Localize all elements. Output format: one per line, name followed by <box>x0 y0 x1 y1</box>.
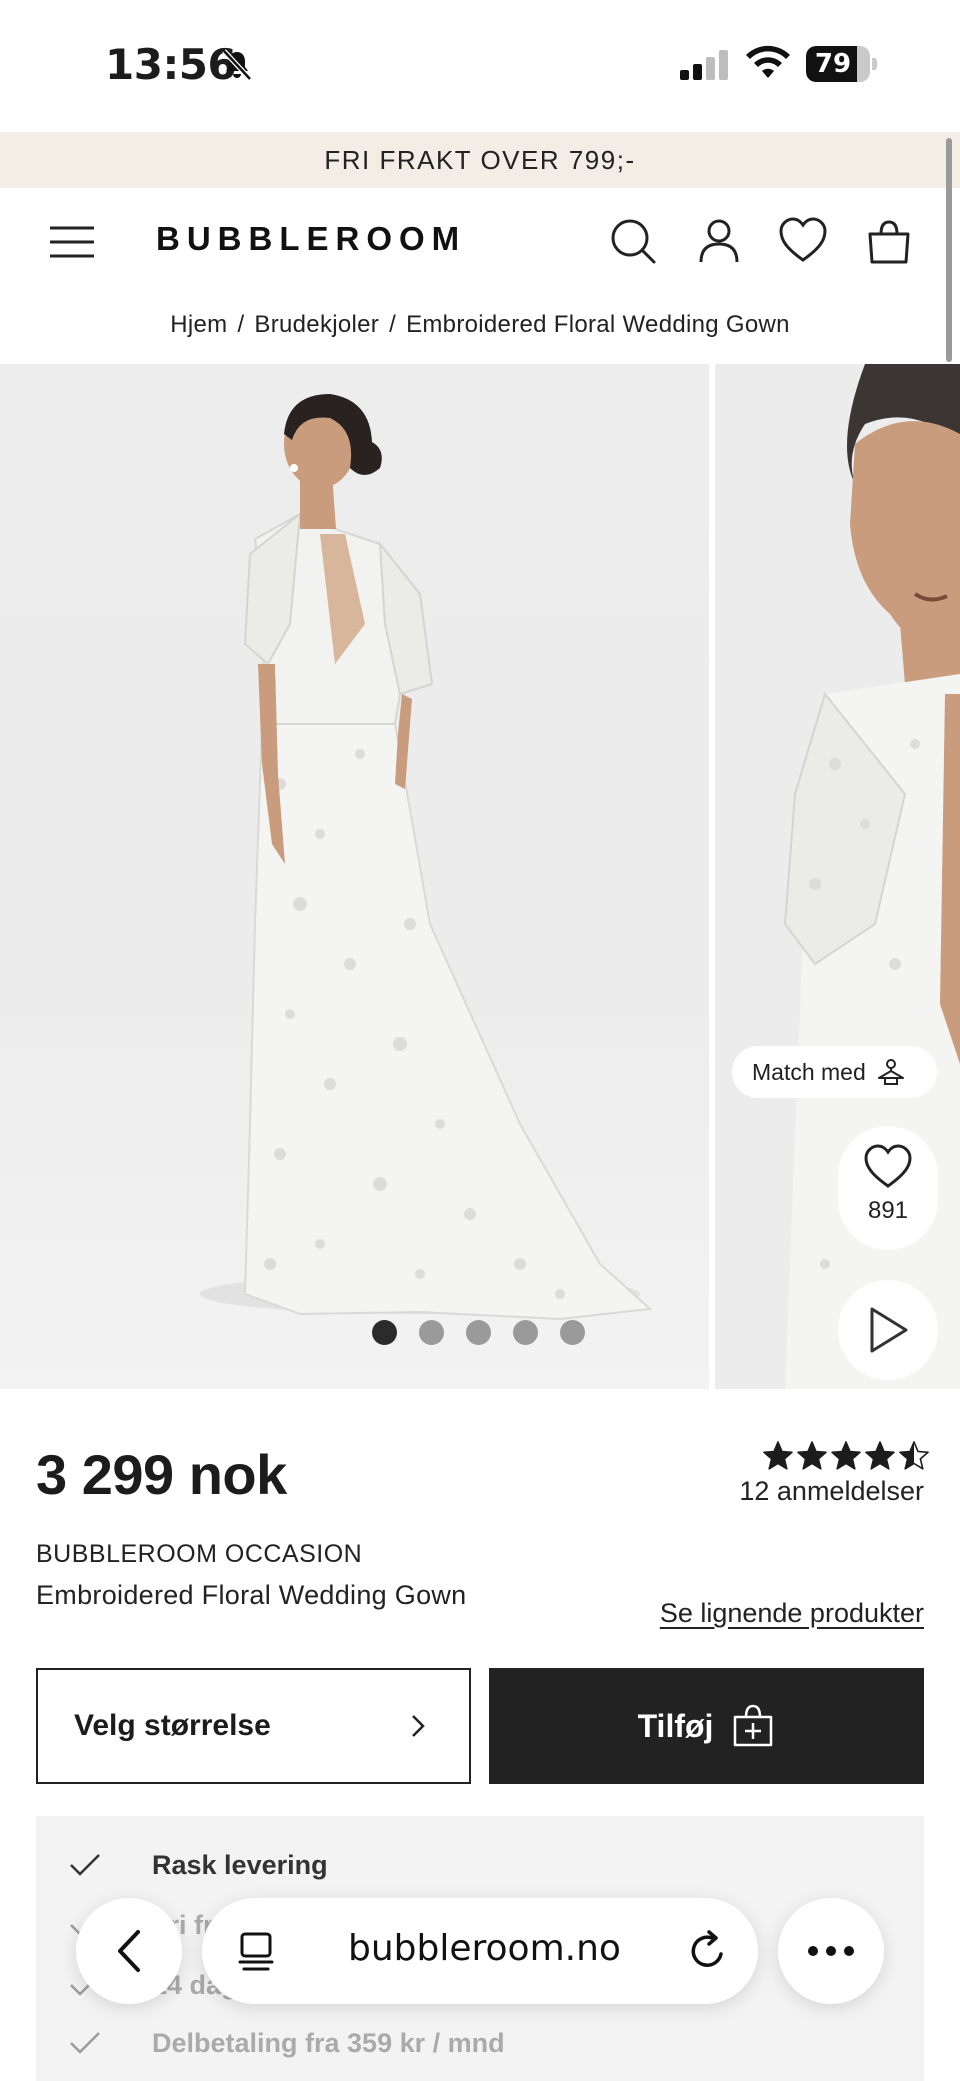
chevron-right-icon <box>412 1715 425 1737</box>
reviews-count-link[interactable]: 12 anmeldelser <box>739 1476 924 1507</box>
gallery-dot[interactable] <box>419 1320 444 1345</box>
chevron-left-icon <box>118 1930 140 1972</box>
shopping-bag-icon[interactable] <box>864 216 914 266</box>
similar-products-link[interactable]: Se lignende produkter <box>660 1598 924 1629</box>
product-name: Embroidered Floral Wedding Gown <box>36 1580 467 1610</box>
battery-percent: 79 <box>814 49 852 79</box>
check-icon <box>70 1854 100 1876</box>
status-bar: 13:56 79 <box>0 0 960 132</box>
search-icon[interactable] <box>608 216 658 266</box>
gallery-dot[interactable] <box>466 1320 491 1345</box>
play-icon <box>870 1307 908 1353</box>
address-bar[interactable]: bubbleroom.no <box>202 1898 758 2004</box>
match-with-label: Match med <box>752 1058 866 1085</box>
browser-more-button[interactable] <box>778 1898 884 2004</box>
browser-toolbar: bubbleroom.no <box>0 1880 960 2030</box>
gallery-dot[interactable] <box>372 1320 397 1345</box>
product-image-gallery[interactable]: Match med 891 <box>0 364 960 1389</box>
wifi-icon <box>746 45 790 78</box>
star-icon <box>865 1441 895 1470</box>
cellular-signal-icon <box>680 50 728 80</box>
reload-icon[interactable] <box>688 1930 728 1972</box>
free-shipping-banner[interactable]: FRI FRAKT OVER 799;- <box>0 132 960 188</box>
battery-indicator: 79 <box>806 46 877 82</box>
star-icon <box>797 1441 827 1470</box>
add-to-cart-button[interactable]: Tilføj <box>489 1668 924 1784</box>
bag-plus-icon <box>734 1704 773 1747</box>
product-brand[interactable]: BUBBLEROOM OCCASION <box>36 1540 362 1569</box>
breadcrumb-separator: / <box>237 311 245 338</box>
bride-gown-photo <box>200 394 653 1321</box>
hanger-icon <box>877 1059 904 1085</box>
gallery-pagination <box>372 1320 585 1345</box>
breadcrumb-current: Embroidered Floral Wedding Gown <box>406 311 790 338</box>
bubbleroom-logo[interactable]: BUBBLEROOM <box>156 220 466 258</box>
add-to-cart-label: Tilføj <box>637 1707 714 1744</box>
product-image-main[interactable] <box>0 364 709 1389</box>
like-button[interactable]: 891 <box>838 1126 938 1250</box>
star-icon <box>763 1441 793 1470</box>
breadcrumb: Hjem / Brudekjoler / Embroidered Floral Wedd… <box>0 298 960 364</box>
gallery-dot[interactable] <box>513 1320 538 1345</box>
wishlist-heart-icon[interactable] <box>778 216 828 266</box>
select-size-label: Velg størrelse <box>74 1709 271 1742</box>
benefit-text: Rask levering <box>152 1850 328 1880</box>
tabs-icon <box>238 1932 274 1971</box>
rating-stars[interactable] <box>762 1440 930 1472</box>
bell-muted-icon <box>222 49 252 81</box>
star-icon <box>831 1441 861 1470</box>
heart-icon <box>864 1144 912 1188</box>
breadcrumb-separator: / <box>389 311 397 338</box>
hamburger-menu-icon[interactable] <box>48 222 96 262</box>
play-video-button[interactable] <box>838 1280 938 1380</box>
breadcrumb-home[interactable]: Hjem <box>170 311 227 338</box>
site-header: BUBBLEROOM <box>0 188 960 298</box>
check-icon <box>70 2032 100 2054</box>
url-text: bubbleroom.no <box>348 1928 621 1969</box>
breadcrumb-category[interactable]: Brudekjoler <box>254 311 379 338</box>
select-size-button[interactable]: Velg størrelse <box>36 1668 471 1784</box>
product-price: 3 299 nok <box>36 1443 287 1506</box>
page-scrollbar[interactable] <box>946 138 952 362</box>
match-with-button[interactable]: Match med <box>732 1046 937 1098</box>
gallery-dot[interactable] <box>560 1320 585 1345</box>
status-time: 13:56 <box>105 40 237 89</box>
more-dots-icon <box>808 1946 854 1956</box>
benefit-text: Delbetaling fra 359 kr / mnd <box>152 2028 505 2058</box>
star-icon <box>899 1441 929 1470</box>
like-count: 891 <box>867 1197 909 1224</box>
account-icon[interactable] <box>694 216 744 266</box>
browser-back-button[interactable] <box>76 1898 182 2004</box>
